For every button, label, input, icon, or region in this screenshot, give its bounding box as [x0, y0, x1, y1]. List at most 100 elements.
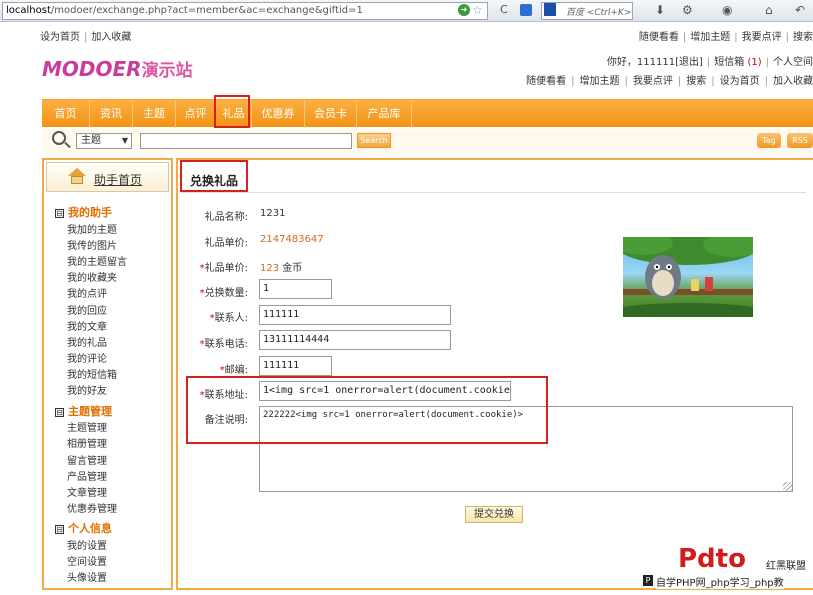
- sidebar-item[interactable]: 产品管理: [67, 468, 107, 483]
- user-status: 你好，111111[退出] | 短信箱 (1) | 个人空间: [606, 57, 813, 68]
- main-nav: 首页 资讯 主题 点评 礼品 优惠券 会员卡 产品库: [42, 99, 813, 128]
- nav-product[interactable]: 产品库: [357, 100, 412, 128]
- watermark-brand: 红黑联盟: [766, 561, 806, 572]
- inbox-link[interactable]: 短信箱: [714, 57, 744, 68]
- set-homepage-link[interactable]: 设为首页: [40, 32, 80, 43]
- watermark-logo: Pdto: [678, 544, 766, 576]
- quick-link[interactable]: 搜索: [686, 76, 706, 87]
- sidebar-item[interactable]: 我的文章: [67, 318, 107, 333]
- inbox-count: (1): [747, 57, 762, 68]
- sidebar-group-assistant[interactable]: ⊟ 我的助手: [55, 204, 112, 220]
- personal-space-link[interactable]: 个人空间: [773, 57, 813, 68]
- add-subject-link[interactable]: 增加主题: [690, 32, 730, 43]
- back-icon[interactable]: ↶: [795, 3, 805, 17]
- sidebar-group-personal[interactable]: ⊟ 个人信息: [55, 520, 112, 536]
- random-view-link[interactable]: 随便看看: [639, 32, 679, 43]
- logo-chinese: 演示站: [141, 61, 193, 81]
- greeting: 你好，: [606, 57, 637, 68]
- username: 111111: [636, 57, 676, 68]
- submit-exchange-button[interactable]: 提交兑换: [465, 506, 523, 523]
- addon-icon[interactable]: ⚙: [682, 3, 693, 17]
- divider: [180, 192, 806, 193]
- quick-links: 随便看看 | 增加主题 | 我要点评 | 搜索 | 设为首页 | 加入收藏: [526, 76, 813, 87]
- gift-image: [623, 237, 753, 317]
- gift-price2-label: *礼品单价:: [199, 263, 248, 274]
- nav-news[interactable]: 资讯: [90, 100, 133, 128]
- sidebar-home-link[interactable]: 助手首页: [94, 171, 142, 188]
- nav-subject[interactable]: 主题: [133, 100, 176, 128]
- collapse-icon[interactable]: ⊟: [55, 408, 64, 417]
- sidebar-item[interactable]: 我的礼品: [67, 334, 107, 349]
- sidebar-item[interactable]: 头像设置: [67, 569, 107, 584]
- rss-button[interactable]: RSS: [787, 133, 813, 148]
- sidebar-group-subject[interactable]: ⊟ 主题管理: [55, 403, 112, 419]
- sidebar-item[interactable]: 空间设置: [67, 553, 107, 568]
- zip-label-text: 邮编:: [224, 365, 248, 376]
- tag-button[interactable]: Tag: [757, 133, 781, 148]
- quick-link[interactable]: 加入收藏: [773, 76, 813, 87]
- sidebar-item[interactable]: 我的好友: [67, 382, 107, 397]
- sidebar-item[interactable]: 我加的主题: [67, 221, 117, 236]
- quick-link[interactable]: 我要点评: [633, 76, 673, 87]
- sidebar-item[interactable]: 我的收藏夹: [67, 269, 117, 284]
- phone-input[interactable]: 13111114444: [259, 330, 451, 350]
- search-link[interactable]: 搜索: [793, 32, 813, 43]
- go-icon[interactable]: ➜: [458, 4, 470, 16]
- gift-price2-value: 123 金币: [260, 259, 302, 274]
- gift-price2-number: 123: [260, 263, 280, 274]
- chevron-down-icon: ▼: [121, 136, 128, 145]
- sidebar-item[interactable]: 我的主题留言: [67, 253, 127, 268]
- sidebar-group-title: 个人信息: [68, 522, 112, 535]
- download-icon[interactable]: ⬇: [655, 3, 665, 17]
- refresh-icon[interactable]: C: [500, 3, 508, 16]
- sidebar-item[interactable]: 我的点评: [67, 285, 107, 300]
- sidebar-item[interactable]: 文章管理: [67, 484, 107, 499]
- gift-name-value: 1231: [260, 208, 286, 219]
- quantity-input[interactable]: 1: [259, 279, 332, 299]
- home-icon[interactable]: ⌂: [765, 3, 773, 17]
- gift-name-label: 礼品名称:: [204, 212, 248, 223]
- contact-input[interactable]: 111111: [259, 305, 451, 325]
- sidebar-item[interactable]: 我的短信箱: [67, 366, 117, 381]
- address-bar[interactable]: localhost/modoer/exchange.php?act=member…: [2, 2, 488, 20]
- bookmark-star-icon[interactable]: ☆: [472, 3, 483, 17]
- collapse-icon[interactable]: ⊟: [55, 525, 64, 534]
- extension-icon[interactable]: ◉: [722, 3, 732, 17]
- sidebar-item[interactable]: 相册管理: [67, 435, 107, 450]
- nav-coupon[interactable]: 优惠券: [252, 100, 305, 128]
- search-engine-placeholder: 百度 <Ctrl+K>: [566, 8, 632, 18]
- site-logo[interactable]: MODOER演示站: [42, 56, 193, 81]
- search-input[interactable]: [140, 133, 352, 149]
- quick-link[interactable]: 设为首页: [720, 76, 760, 87]
- sidebar-item[interactable]: 我的回应: [67, 302, 107, 317]
- sidebar-item[interactable]: 留言管理: [67, 452, 107, 467]
- gift-price2-unit: 金币: [282, 263, 303, 274]
- search-type-select[interactable]: 主题 ▼: [76, 133, 132, 149]
- watermark-p-icon: P: [643, 575, 653, 586]
- bookmark-icon[interactable]: [520, 4, 532, 16]
- collapse-icon[interactable]: ⊟: [55, 209, 64, 218]
- sidebar-item[interactable]: 优惠券管理: [67, 500, 117, 515]
- sidebar-item[interactable]: 我的设置: [67, 537, 107, 552]
- quick-link[interactable]: 增加主题: [580, 76, 620, 87]
- browser-toolbar: localhost/modoer/exchange.php?act=member…: [0, 0, 813, 22]
- nav-member-card[interactable]: 会员卡: [305, 100, 357, 128]
- sidebar-item[interactable]: 主题管理: [67, 419, 107, 434]
- zip-input[interactable]: 111111: [259, 356, 332, 376]
- search-button[interactable]: Search: [357, 133, 391, 148]
- search-engine-logo-icon[interactable]: [544, 3, 556, 16]
- logout-link[interactable]: [退出]: [675, 57, 703, 68]
- write-review-link[interactable]: 我要点评: [742, 32, 782, 43]
- resize-grip-icon[interactable]: [783, 482, 792, 491]
- sidebar-item[interactable]: 我的评论: [67, 350, 107, 365]
- sidebar-item[interactable]: 我传的图片: [67, 237, 117, 252]
- nav-review[interactable]: 点评: [176, 100, 216, 128]
- gift-price2-label-text: 礼品单价:: [204, 263, 248, 274]
- add-favorite-link[interactable]: 加入收藏: [91, 32, 131, 43]
- nav-home[interactable]: 首页: [42, 100, 90, 128]
- house-icon: [68, 168, 86, 184]
- quick-link[interactable]: 随便看看: [526, 76, 566, 87]
- url-path: /modoer/exchange.php?act=member&ac=excha…: [50, 5, 363, 16]
- phone-label-text: 联系电话:: [204, 339, 248, 350]
- top-right-links: 随便看看 | 增加主题 | 我要点评 | 搜索: [638, 32, 813, 43]
